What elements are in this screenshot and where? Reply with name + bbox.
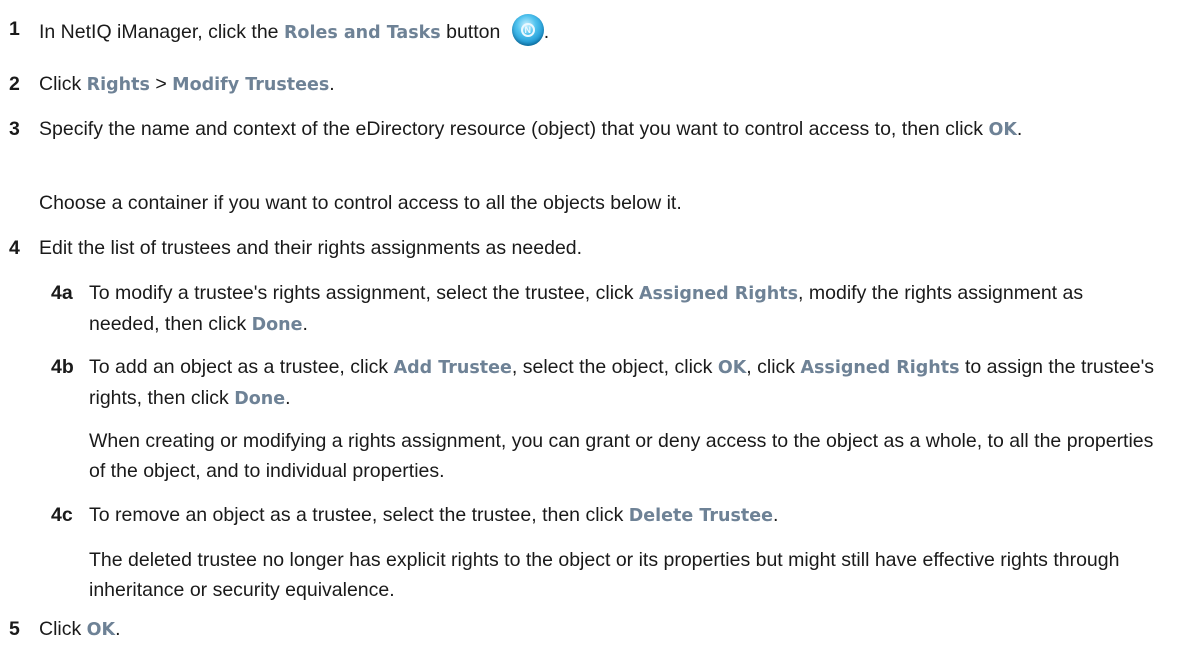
done-label: Done xyxy=(251,315,303,335)
step-4a: 4a To modify a trustee's rights assignme… xyxy=(9,278,1158,340)
step-number: 4b xyxy=(51,356,74,378)
step-4c-note: The deleted trustee no longer has explic… xyxy=(9,545,1158,605)
step-4: 4 Edit the list of trustees and their ri… xyxy=(9,233,1158,263)
ok-label: OK xyxy=(717,358,747,378)
step-3-note: Choose a container if you want to contro… xyxy=(9,188,1158,218)
step-number: 4a xyxy=(51,282,73,304)
roles-and-tasks-icon: N xyxy=(511,14,544,46)
step-4b-note: When creating or modifying a rights assi… xyxy=(9,426,1158,486)
assigned-rights-label: Assigned Rights xyxy=(638,284,799,304)
step-text: Edit the list of trustees and their righ… xyxy=(39,237,583,259)
procedure-document: 1 In NetIQ iManager, click the Roles and… xyxy=(0,0,1178,648)
step-number: 3 xyxy=(9,118,20,140)
add-trustee-label: Add Trustee xyxy=(393,358,512,378)
step-text: To remove an object as a trustee, select… xyxy=(89,504,779,526)
step-5: 5 Click OK. xyxy=(9,614,1158,645)
step-text: Click OK. xyxy=(39,618,121,640)
step-text: To modify a trustee's rights assignment,… xyxy=(89,282,1084,335)
rights-label: Rights xyxy=(86,75,150,95)
modify-trustees-label: Modify Trustees xyxy=(172,75,330,95)
step-text: Specify the name and context of the eDir… xyxy=(39,118,1023,140)
step-number: 1 xyxy=(9,18,20,40)
ok-label: OK xyxy=(86,620,116,640)
step-text: To add an object as a trustee, click Add… xyxy=(89,356,1155,409)
step-2: 2 Click Rights > Modify Trustees. xyxy=(9,69,1158,100)
step-text: In NetIQ iManager, click the Roles and T… xyxy=(39,14,1158,48)
done-label: Done xyxy=(234,389,286,409)
step-number: 2 xyxy=(9,73,20,95)
note-text: The deleted trustee no longer has explic… xyxy=(89,549,1120,601)
delete-trustee-label: Delete Trustee xyxy=(628,506,773,526)
step-number: 4 xyxy=(9,237,20,259)
note-text: Choose a container if you want to contro… xyxy=(39,192,682,214)
step-text: Click Rights > Modify Trustees. xyxy=(39,73,335,95)
ok-label: OK xyxy=(988,120,1017,140)
step-4b: 4b To add an object as a trustee, click … xyxy=(9,352,1158,414)
note-text: When creating or modifying a rights assi… xyxy=(89,430,1154,482)
step-4c: 4c To remove an object as a trustee, sel… xyxy=(9,500,1158,531)
step-number: 4c xyxy=(51,504,73,526)
roles-and-tasks-label: Roles and Tasks xyxy=(283,23,441,43)
step-3: 3 Specify the name and context of the eD… xyxy=(9,114,1158,145)
step-number: 5 xyxy=(9,618,20,640)
assigned-rights-label: Assigned Rights xyxy=(800,358,960,378)
step-1: 1 In NetIQ iManager, click the Roles and… xyxy=(9,14,1158,48)
